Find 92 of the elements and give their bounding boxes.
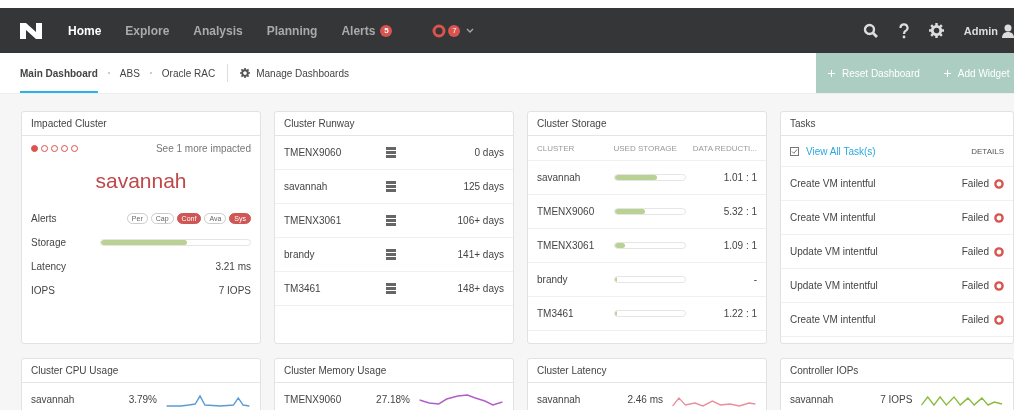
task-status: Failed (961, 246, 989, 257)
alert-count-badge: 5 (380, 24, 393, 37)
card-title: Controller IOPs (781, 359, 1013, 383)
cluster-name: brandy (284, 249, 316, 260)
reduction-ratio: 1.01 : 1 (722, 172, 757, 183)
search-icon[interactable] (862, 22, 879, 39)
failed-icon (994, 280, 1004, 291)
card-title: Cluster CPU Usage (22, 359, 260, 383)
card-title: Cluster Runway (275, 112, 513, 136)
page-dot[interactable] (31, 145, 38, 152)
settings-icon (240, 68, 251, 78)
row-label: Alerts (31, 212, 57, 224)
failed-icon (994, 212, 1004, 223)
dashboard-tab[interactable]: Oracle RAC (161, 53, 216, 93)
column-header: CLUSTER (537, 143, 576, 153)
nav-tab[interactable]: Alerts 5 (341, 23, 393, 38)
server-icon (386, 283, 396, 294)
runway-days: 106+ days (457, 215, 504, 226)
nav-tab[interactable]: Analysis (193, 23, 243, 38)
card-title: Tasks (781, 112, 1013, 136)
task-name: Update VM intentful (790, 280, 878, 291)
card-title: Impacted Cluster (22, 112, 260, 136)
task-status: Failed (961, 178, 989, 189)
task-name: Update VM intentful (790, 246, 878, 257)
caret-icon[interactable] (466, 27, 475, 34)
card-title: Cluster Latency (528, 359, 766, 383)
usage-value: 3.79% (127, 394, 157, 405)
server-icon (386, 181, 396, 192)
server-icon (386, 215, 396, 226)
reduction-ratio: 1.09 : 1 (722, 240, 757, 251)
nav-tab[interactable]: Planning (266, 23, 318, 38)
failed-icon (994, 314, 1004, 325)
usage-value: 27.18% (375, 394, 410, 405)
card-title: Cluster Memory Usage (275, 359, 513, 383)
cluster-name: savannah (94, 169, 188, 193)
cluster-name: TM3461 (284, 283, 322, 294)
row-label: IOPS (31, 284, 55, 296)
user-name[interactable]: Admin (963, 24, 998, 37)
dashboard-tab[interactable]: ABS (119, 53, 140, 93)
cluster-name: TMENX3061 (537, 240, 596, 251)
cluster-name: savannah (284, 181, 329, 192)
server-icon (386, 147, 396, 158)
settings-icon[interactable] (928, 23, 944, 38)
cluster-name: savannah (537, 394, 582, 405)
metric-value: 3.21 ms (215, 260, 251, 272)
reduction-ratio: - (752, 274, 757, 285)
row-label: Latency (31, 260, 67, 272)
cluster-name: TM3461 (537, 308, 575, 319)
help-icon[interactable] (898, 22, 909, 39)
checkbox-icon (790, 146, 799, 156)
failed-icon (994, 178, 1004, 189)
nav-tab[interactable]: Home (68, 23, 102, 38)
cluster-name: TMENX3061 (284, 215, 343, 226)
runway-days: 148+ days (457, 283, 504, 294)
reduction-ratio: 1.22 : 1 (722, 308, 757, 319)
ring-icon (432, 23, 447, 38)
task-status: Failed (961, 212, 989, 223)
cluster-name: brandy (537, 274, 569, 285)
logo-icon (20, 22, 42, 39)
cluster-name: TMENX9060 (537, 206, 596, 217)
column-header: DETAILS (971, 146, 1004, 156)
cluster-name: savannah (790, 394, 835, 405)
task-name: Create VM intentful (790, 314, 876, 325)
cluster-name: TMENX9060 (284, 147, 343, 158)
runway-days: 0 days (474, 147, 504, 158)
metric-value: 7 IOPS (218, 284, 251, 296)
column-header: USED STORAGE (613, 143, 678, 153)
usage-value: 2.46 ms (626, 394, 663, 405)
plus-icon (828, 69, 835, 77)
cluster-name: savannah (31, 394, 76, 405)
nav-tab[interactable]: Explore (125, 23, 170, 38)
column-header: DATA REDUCTI... (692, 143, 757, 153)
see-more-link[interactable]: See 1 more impacted (155, 143, 251, 154)
runway-days: 125 days (463, 181, 504, 192)
card-title: Cluster Storage (528, 112, 766, 136)
cluster-name: TMENX9060 (284, 394, 343, 405)
task-name: Create VM intentful (790, 212, 876, 223)
user-icon[interactable] (1002, 23, 1014, 38)
usage-value: 7 IOPS (879, 394, 913, 405)
failed-icon (994, 246, 1004, 257)
runway-days: 141+ days (457, 249, 504, 260)
reduction-ratio: 5.32 : 1 (722, 206, 757, 217)
manage-dashboards-link[interactable]: Manage Dashboards (256, 67, 349, 79)
task-status: Failed (961, 280, 989, 291)
cluster-name: savannah (537, 172, 582, 183)
task-status: Failed (961, 314, 989, 325)
task-name: Create VM intentful (790, 178, 876, 189)
row-label: Storage (31, 236, 68, 248)
view-all-tasks-link[interactable]: View All Task(s) (806, 145, 876, 157)
plus-icon (943, 69, 951, 77)
alert-count-badge: 7 (448, 24, 461, 37)
server-icon (386, 249, 396, 260)
